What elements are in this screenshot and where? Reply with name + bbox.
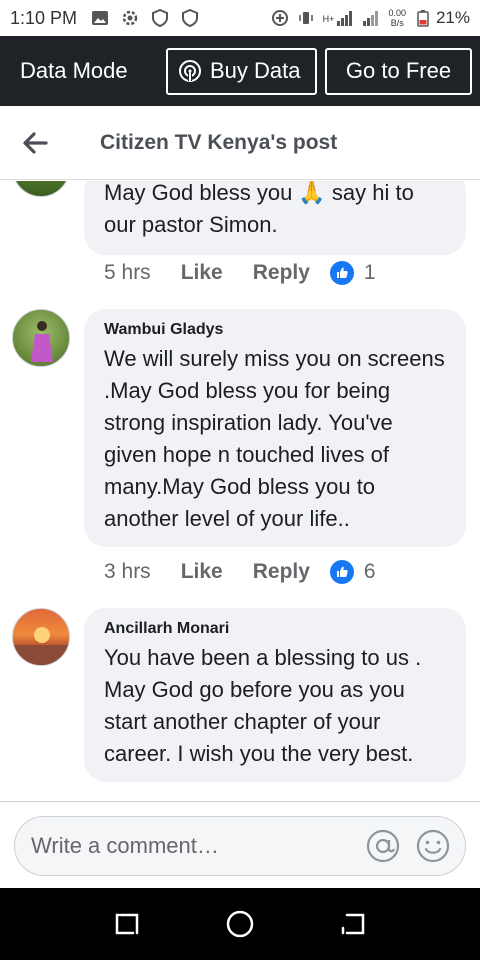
comment-author[interactable]: Wambui Gladys [104,321,446,339]
status-time: 1:10 PM [10,7,78,28]
comments-list[interactable]: May God bless you 🙏 say hi to our pastor… [0,181,480,801]
go-to-free-label: Go to Free [345,58,452,83]
reaction-count: 6 [363,560,376,583]
avatar[interactable] [12,608,70,666]
net-speed-value: 0.00 [388,8,406,18]
status-bar: 1:10 PM H+ 0.00 B/s 21% [0,0,480,36]
comment-placeholder: Write a comment… [31,833,219,858]
comment-author[interactable]: Ancillarh Monari [104,620,446,638]
post-header: Citizen TV Kenya's post [0,106,480,180]
comment-actions: 3 hrs Like Reply 6 [104,560,376,584]
comment-text: We will surely miss you on screens .May … [104,346,445,531]
reply-button[interactable]: Reply [253,560,310,584]
comment-bubble[interactable]: Ancillarh Monari You have been a blessin… [84,608,466,782]
back-arrow-icon[interactable] [20,128,50,158]
shield-icon [152,9,169,27]
comment-bubble[interactable]: Wambui Gladys We will surely miss you on… [84,309,466,547]
broadcast-icon [179,60,201,82]
page-title: Citizen TV Kenya's post [100,130,338,154]
reply-button[interactable]: Reply [253,261,310,285]
status-notification-icons [91,9,199,27]
signal-icon [337,11,353,26]
avatar-photo-icon [13,627,69,665]
data-saver-icon [271,10,288,26]
thumbs-up-icon[interactable] [329,560,354,584]
shield-icon [182,9,199,27]
data-mode-label: Data Mode [20,58,128,83]
recents-icon[interactable] [111,908,143,940]
avatar-photo-icon [13,181,70,197]
battery-icon [417,10,429,27]
buy-data-button[interactable]: Buy Data [166,47,317,95]
avatar-photo-icon [31,321,53,362]
net-speed-unit: B/s [390,18,404,28]
avatar[interactable] [12,181,70,197]
gallery-icon [92,11,109,25]
smiley-icon[interactable] [415,828,451,864]
data-mode-bar: Data Mode Buy Data Go to Free [0,36,480,106]
comment-actions: 5 hrs Like Reply 1 [104,261,376,285]
settings-icon [122,10,138,26]
system-nav-bar [0,888,480,960]
comment-text: You have been a blessing to us . May God… [104,645,422,766]
avatar[interactable] [12,309,70,367]
battery-percent: 21% [435,8,470,27]
thumbs-up-icon[interactable] [329,261,354,285]
signal-icon [363,11,379,26]
buy-data-label: Buy Data [210,58,301,83]
comment-time: 5 hrs [104,261,151,284]
comment-bubble[interactable]: May God bless you 🙏 say hi to our pastor… [84,181,466,255]
vibrate-icon [298,12,313,24]
net-speed: 0.00 B/s [388,8,406,28]
nav-back-icon[interactable] [337,908,369,940]
like-button[interactable]: Like [181,261,223,285]
comment-input[interactable]: Write a comment… [14,816,466,876]
network-type: H+ [322,14,335,24]
like-button[interactable]: Like [181,560,223,584]
comment-text: May God bless you 🙏 say hi to our pastor… [104,181,414,237]
status-system-icons: H+ 0.00 B/s 21% [271,8,470,28]
comment-composer: Write a comment… [0,802,480,888]
reaction-count: 1 [363,261,376,284]
at-sign-icon[interactable] [365,828,401,864]
go-to-free-button[interactable]: Go to Free [325,47,472,95]
home-icon[interactable] [224,908,256,940]
comment-time: 3 hrs [104,560,151,583]
